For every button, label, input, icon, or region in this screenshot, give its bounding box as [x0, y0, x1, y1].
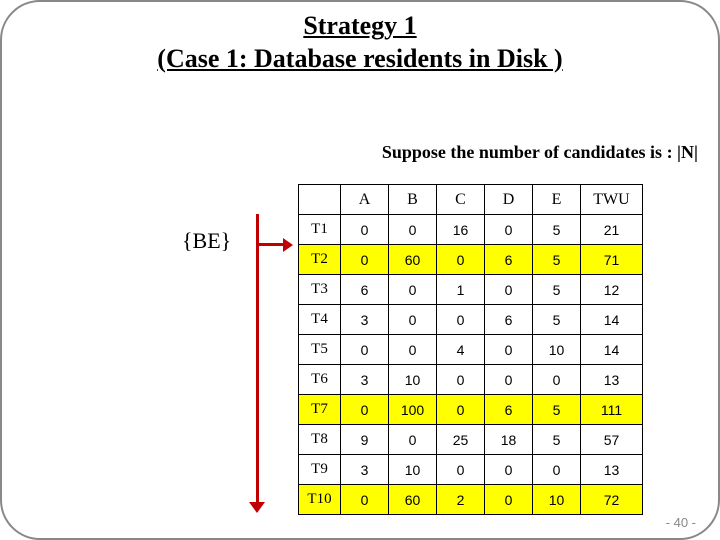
table-cell: 60: [389, 485, 437, 515]
arrow-down-icon: [247, 214, 267, 514]
table-cell: 10: [533, 485, 581, 515]
table-cell: 14: [581, 335, 643, 365]
table-cell: 5: [533, 245, 581, 275]
table-cell: 0: [485, 485, 533, 515]
table-cell: 72: [581, 485, 643, 515]
table-cell: 0: [437, 305, 485, 335]
table-row: T10 0 60 2 0 10 72: [299, 485, 643, 515]
table-row: T8 9 0 25 18 5 57: [299, 425, 643, 455]
page-number: - 40 -: [666, 515, 696, 530]
table-header-row: A B C D E TWU: [299, 185, 643, 215]
table-cell: 4: [437, 335, 485, 365]
table-cell: 5: [533, 425, 581, 455]
table-cell: 0: [437, 245, 485, 275]
table-row: T5 0 0 4 0 10 14: [299, 335, 643, 365]
row-header: T3: [299, 275, 341, 305]
table-cell: 3: [341, 365, 389, 395]
table-row: T6 3 10 0 0 0 13: [299, 365, 643, 395]
row-header: T2: [299, 245, 341, 275]
row-header: T8: [299, 425, 341, 455]
table-cell: 10: [389, 365, 437, 395]
table-corner: [299, 185, 341, 215]
table-cell: 0: [485, 455, 533, 485]
table-cell: 18: [485, 425, 533, 455]
table-cell: 0: [533, 365, 581, 395]
table-cell: 6: [485, 245, 533, 275]
table-cell: 0: [341, 335, 389, 365]
table-cell: 100: [389, 395, 437, 425]
table-cell: 25: [437, 425, 485, 455]
title-line-1: Strategy 1: [303, 11, 416, 40]
table-cell: 0: [341, 485, 389, 515]
table-cell: 0: [485, 215, 533, 245]
table-cell: 3: [341, 305, 389, 335]
table-row: T1 0 0 16 0 5 21: [299, 215, 643, 245]
table-cell: 0: [437, 395, 485, 425]
row-header: T1: [299, 215, 341, 245]
row-header: T10: [299, 485, 341, 515]
table-cell: 0: [485, 275, 533, 305]
table-cell: 14: [581, 305, 643, 335]
suppose-text: Suppose the number of candidates is : |N…: [2, 142, 698, 163]
col-header: E: [533, 185, 581, 215]
table-row: T2 0 60 0 6 5 71: [299, 245, 643, 275]
table-cell: 5: [533, 395, 581, 425]
table-cell: 5: [533, 275, 581, 305]
slide-title: Strategy 1 (Case 1: Database residents i…: [2, 10, 718, 75]
table-cell: 6: [341, 275, 389, 305]
row-header: T4: [299, 305, 341, 335]
row-header: T5: [299, 335, 341, 365]
table-cell: 13: [581, 365, 643, 395]
table-cell: 0: [389, 275, 437, 305]
table-cell: 0: [341, 215, 389, 245]
table-cell: 111: [581, 395, 643, 425]
row-header: T7: [299, 395, 341, 425]
table-cell: 0: [389, 305, 437, 335]
table-cell: 10: [389, 455, 437, 485]
table-cell: 5: [533, 305, 581, 335]
table-cell: 1: [437, 275, 485, 305]
table-cell: 13: [581, 455, 643, 485]
table-cell: 0: [533, 455, 581, 485]
table-cell: 5: [533, 215, 581, 245]
table-cell: 0: [437, 365, 485, 395]
table-cell: 57: [581, 425, 643, 455]
table-cell: 6: [485, 305, 533, 335]
arrow-right-icon: [258, 239, 294, 251]
row-header: T9: [299, 455, 341, 485]
table-cell: 0: [485, 365, 533, 395]
table-cell: 6: [485, 395, 533, 425]
table-cell: 0: [389, 335, 437, 365]
table-cell: 0: [341, 245, 389, 275]
data-table: A B C D E TWU T1 0 0 16 0 5 21 T2 0 60 0…: [298, 184, 643, 515]
col-header: B: [389, 185, 437, 215]
table-cell: 71: [581, 245, 643, 275]
col-header: C: [437, 185, 485, 215]
table-cell: 60: [389, 245, 437, 275]
be-set-label: {BE}: [182, 228, 231, 254]
table-cell: 0: [437, 455, 485, 485]
table-row: T7 0 100 0 6 5 111: [299, 395, 643, 425]
col-header: A: [341, 185, 389, 215]
col-header: TWU: [581, 185, 643, 215]
slide-frame: Strategy 1 (Case 1: Database residents i…: [0, 0, 720, 540]
table-cell: 0: [389, 215, 437, 245]
row-header: T6: [299, 365, 341, 395]
table-cell: 21: [581, 215, 643, 245]
table-cell: 9: [341, 425, 389, 455]
title-line-2: (Case 1: Database residents in Disk ): [157, 44, 562, 73]
table-cell: 2: [437, 485, 485, 515]
table-row: T4 3 0 0 6 5 14: [299, 305, 643, 335]
table-row: T9 3 10 0 0 0 13: [299, 455, 643, 485]
table-cell: 10: [533, 335, 581, 365]
table-cell: 0: [389, 425, 437, 455]
table-cell: 16: [437, 215, 485, 245]
table-cell: 3: [341, 455, 389, 485]
table-cell: 0: [485, 335, 533, 365]
table-cell: 0: [341, 395, 389, 425]
table-cell: 12: [581, 275, 643, 305]
col-header: D: [485, 185, 533, 215]
table-row: T3 6 0 1 0 5 12: [299, 275, 643, 305]
